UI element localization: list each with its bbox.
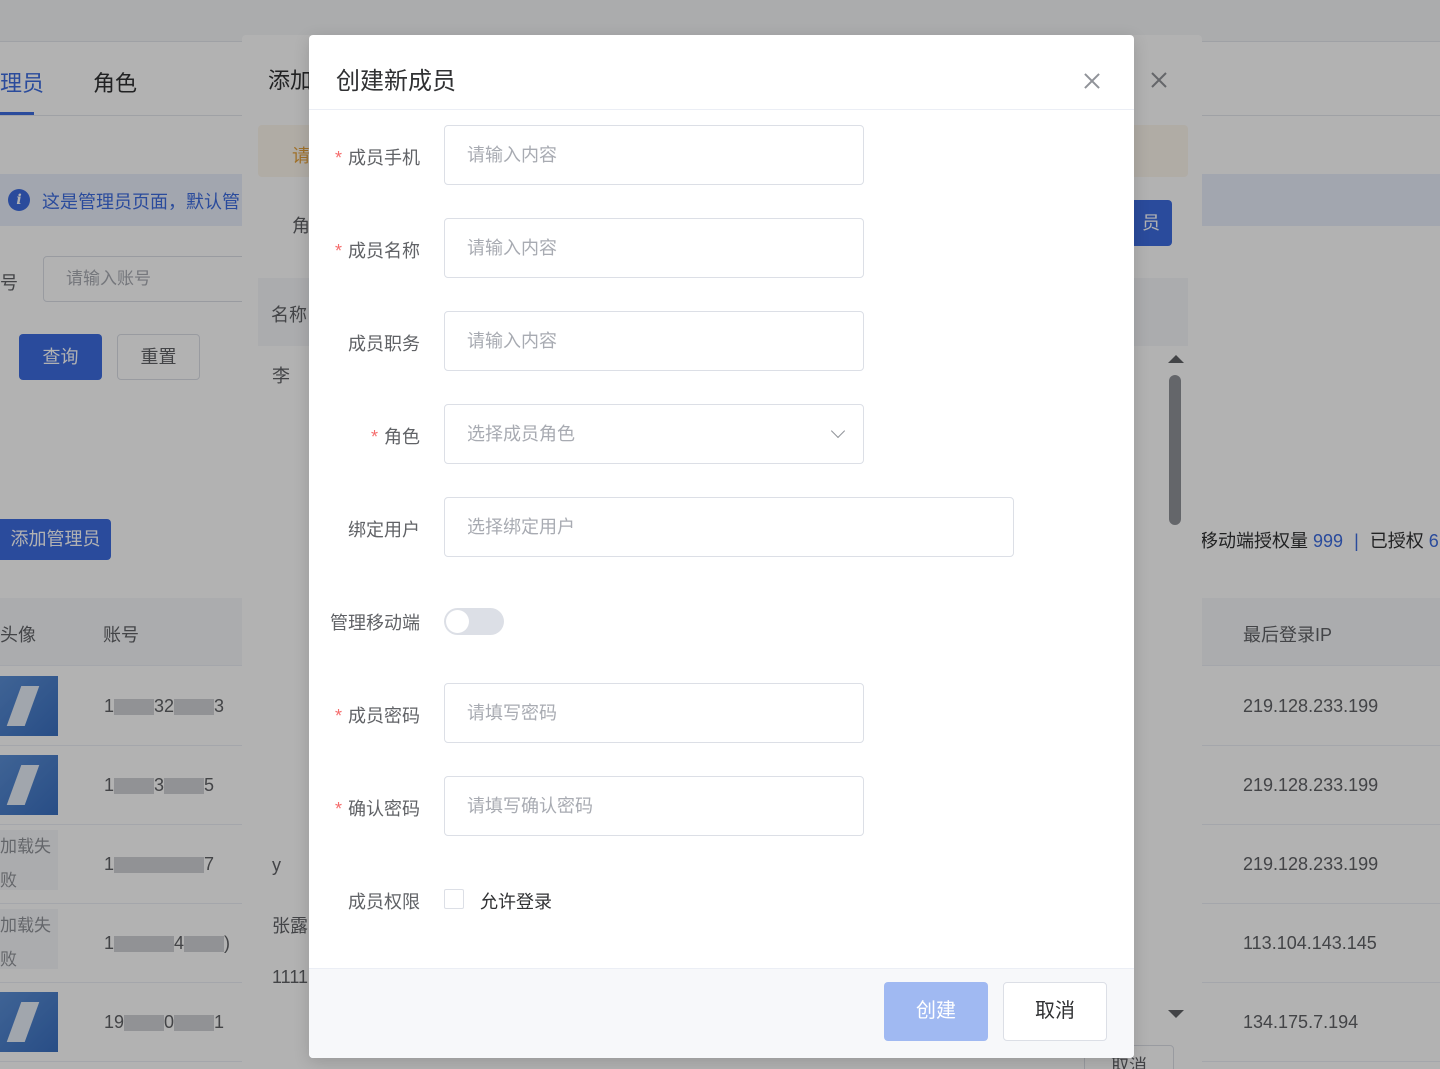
mobile-manage-switch[interactable] xyxy=(444,608,504,635)
password-label: * 成员密码 xyxy=(334,706,420,726)
create-button[interactable]: 创建 xyxy=(884,982,988,1041)
chevron-down-icon xyxy=(830,423,846,439)
switch-knob xyxy=(446,610,469,633)
mobile-manage-label: 管理移动端 xyxy=(330,613,420,633)
bind-user-label: 绑定用户 xyxy=(348,520,420,540)
permission-label: 成员权限 xyxy=(348,892,420,912)
required-mark: * xyxy=(370,427,378,447)
create-member-dialog: 创建新成员 *成员手机 *成员名称 成员职务 *角色 选择成员角色 绑定用户 选… xyxy=(309,35,1134,1058)
role-select[interactable]: 选择成员角色 xyxy=(444,404,864,464)
cancel-button[interactable]: 取消 xyxy=(1003,982,1107,1041)
password-input[interactable] xyxy=(444,683,864,743)
close-icon[interactable] xyxy=(1082,71,1102,91)
required-mark: * xyxy=(334,241,342,261)
position-label: 成员职务 xyxy=(348,334,420,354)
phone-input[interactable] xyxy=(444,125,864,185)
confirm-password-label: * 确认密码 xyxy=(334,799,420,819)
name-label: * 成员名称 xyxy=(334,241,420,261)
name-input[interactable] xyxy=(444,218,864,278)
role-select-placeholder: 选择成员角色 xyxy=(467,424,575,444)
confirm-password-input[interactable] xyxy=(444,776,864,836)
required-mark: * xyxy=(334,799,342,819)
required-mark: * xyxy=(334,706,342,726)
allow-login-label[interactable]: 允许登录 xyxy=(480,888,552,914)
position-input[interactable] xyxy=(444,311,864,371)
required-mark: * xyxy=(334,148,342,168)
bind-user-select[interactable]: 选择绑定用户 xyxy=(444,497,1014,557)
dialog-header: 创建新成员 xyxy=(309,35,1134,110)
phone-label: * 成员手机 xyxy=(334,148,420,168)
allow-login-checkbox[interactable] xyxy=(444,889,464,909)
role-label: * 角色 xyxy=(370,427,420,447)
dialog-title: 创建新成员 xyxy=(336,68,456,95)
